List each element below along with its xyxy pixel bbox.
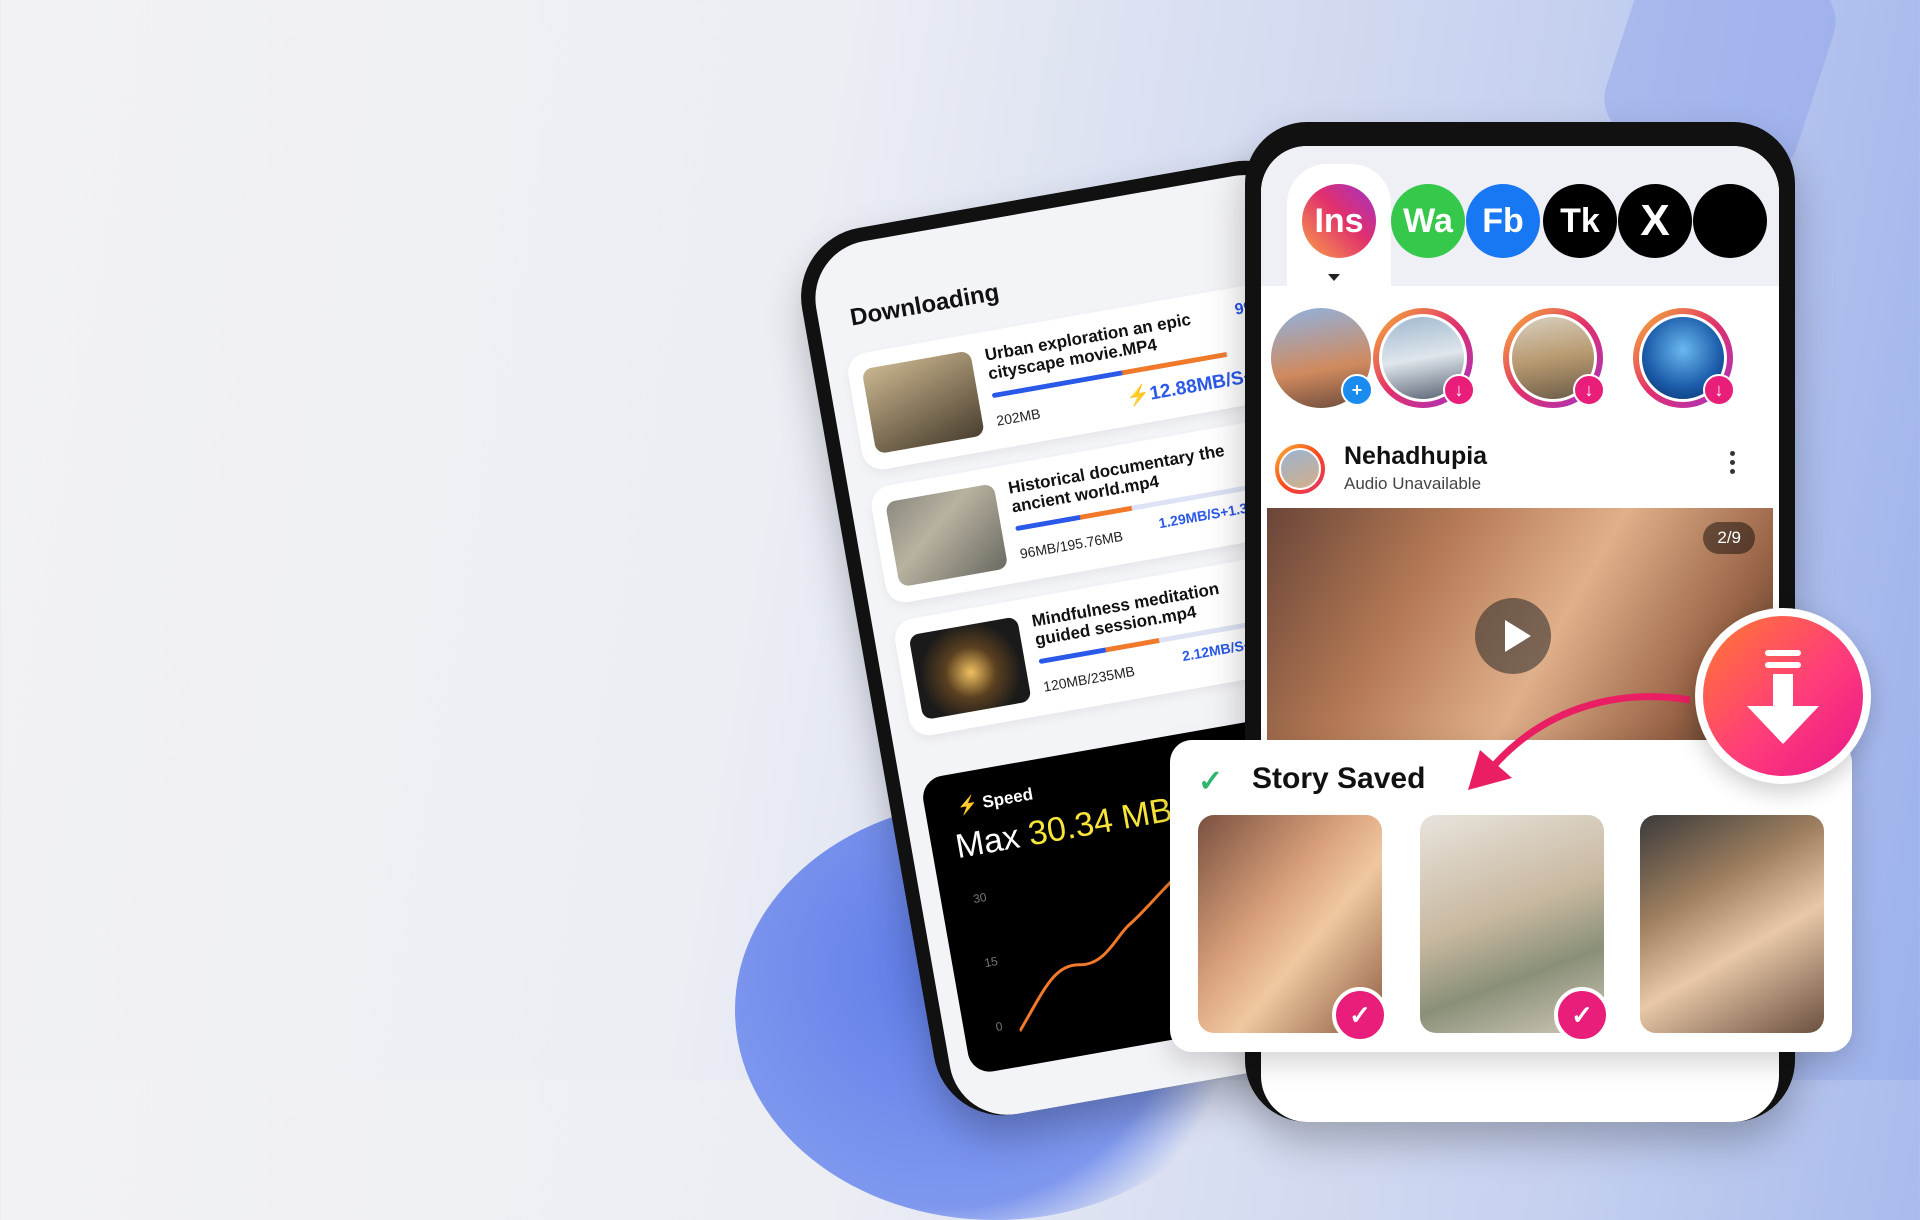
download-icon: ↓ <box>1703 374 1735 406</box>
speed-tick: 0 <box>994 1019 1004 1035</box>
post-avatar[interactable] <box>1275 444 1325 494</box>
x-icon[interactable]: X <box>1618 184 1692 258</box>
story-add[interactable]: + <box>1271 308 1373 408</box>
check-icon: ✓ <box>1554 987 1610 1043</box>
instagram-icon[interactable]: Ins <box>1302 184 1376 258</box>
saved-thumbnail[interactable] <box>1640 815 1824 1033</box>
more-apps-icon[interactable] <box>1693 184 1767 258</box>
download-file-name: Urban exploration an epic cityscape movi… <box>983 309 1193 384</box>
play-icon[interactable] <box>1475 598 1551 674</box>
download-size: 96MB/195.76MB <box>1018 527 1125 562</box>
download-size: 120MB/235MB <box>1042 662 1137 695</box>
story-item[interactable]: ↓ <box>1373 308 1475 408</box>
arrow-icon <box>1468 693 1691 790</box>
post-username[interactable]: Nehadhupia <box>1344 442 1487 471</box>
chevron-down-icon <box>1328 274 1340 281</box>
speed-tick: 15 <box>983 953 999 971</box>
facebook-icon[interactable]: Fb <box>1466 184 1540 258</box>
story-saved-title: Story Saved <box>1252 762 1426 795</box>
media-counter: 2/9 <box>1703 522 1755 554</box>
check-icon: ✓ <box>1198 765 1224 798</box>
saved-thumbnail[interactable]: ✓ <box>1198 815 1388 1043</box>
video-thumbnail <box>861 350 985 455</box>
story-item[interactable]: ↓ <box>1503 308 1605 408</box>
bolt-icon: ⚡ <box>955 794 980 817</box>
bolt-icon: ⚡ <box>1124 384 1152 409</box>
more-options-icon[interactable] <box>1727 451 1737 481</box>
download-icon <box>1703 616 1863 776</box>
download-size: 202MB <box>995 405 1042 429</box>
story-item[interactable]: ↓ <box>1633 308 1735 408</box>
whatsapp-icon[interactable]: Wa <box>1391 184 1465 258</box>
download-icon: ↓ <box>1573 374 1605 406</box>
speed-tick: 30 <box>972 889 988 907</box>
download-button[interactable] <box>1695 608 1871 784</box>
check-icon: ✓ <box>1332 987 1388 1043</box>
saved-thumbnail[interactable]: ✓ <box>1420 815 1610 1043</box>
video-thumbnail <box>885 483 1009 588</box>
speed-label: ⚡ Speed <box>955 784 1035 817</box>
video-thumbnail <box>908 616 1032 721</box>
download-icon: ↓ <box>1443 374 1475 406</box>
tiktok-icon[interactable]: Tk <box>1543 184 1617 258</box>
plus-icon: + <box>1341 374 1373 406</box>
downloading-title: Downloading <box>848 278 1002 332</box>
post-subtitle: Audio Unavailable <box>1344 474 1482 493</box>
